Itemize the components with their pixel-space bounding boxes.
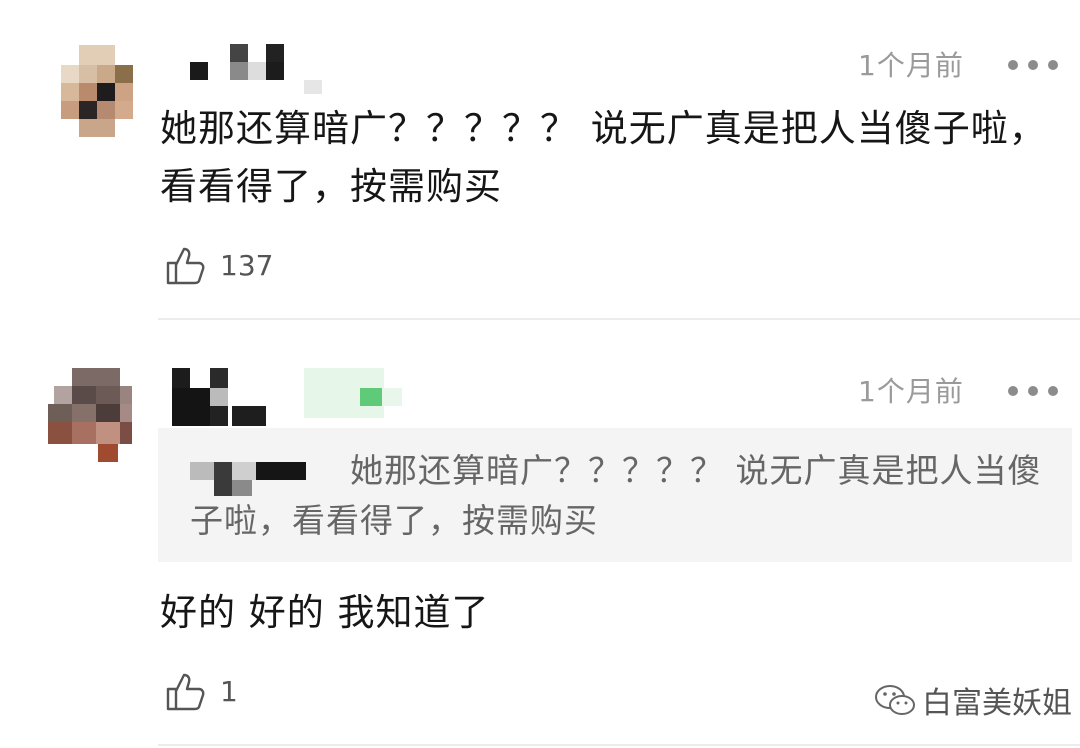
watermark-text: 白富美妖姐 <box>922 686 1072 721</box>
avatar[interactable] <box>46 368 134 464</box>
username[interactable] <box>172 368 402 428</box>
avatar[interactable] <box>55 45 135 141</box>
thumbs-up-icon <box>166 673 205 711</box>
wechat-icon <box>875 685 915 715</box>
like-count: 1 <box>220 674 238 708</box>
like-button[interactable]: 1 <box>164 668 238 714</box>
like-count: 137 <box>220 248 274 282</box>
thumbs-up-icon <box>166 247 205 285</box>
comment-text: 她那还算暗广？？？？？ 说无广真是把人当傻子啦，看看得了，按需购买 <box>160 107 1047 208</box>
comment-text: 好的 好的 我知道了 <box>160 591 490 634</box>
more-dots-icon[interactable] <box>1008 382 1078 402</box>
watermark: 白富美妖姐 <box>874 680 1072 721</box>
timestamp: 1个月前 <box>858 375 964 408</box>
quoted-text: 她那还算暗广？？？？？ 说无广真是把人当傻子啦，看看得了，按需购买 <box>190 451 1042 540</box>
quoted-reply: 她那还算暗广？？？？？ 说无广真是把人当傻子啦，看看得了，按需购买 <box>158 428 1072 562</box>
comment-1: 1个月前 她那还算暗广？？？？？ 说无广真是把人当傻子啦，看看得了，按需购买 1… <box>0 0 1080 318</box>
more-dots-icon[interactable] <box>1008 56 1078 76</box>
divider <box>158 744 1080 746</box>
like-button[interactable]: 137 <box>164 242 273 288</box>
timestamp: 1个月前 <box>858 49 964 82</box>
username[interactable] <box>190 44 330 94</box>
